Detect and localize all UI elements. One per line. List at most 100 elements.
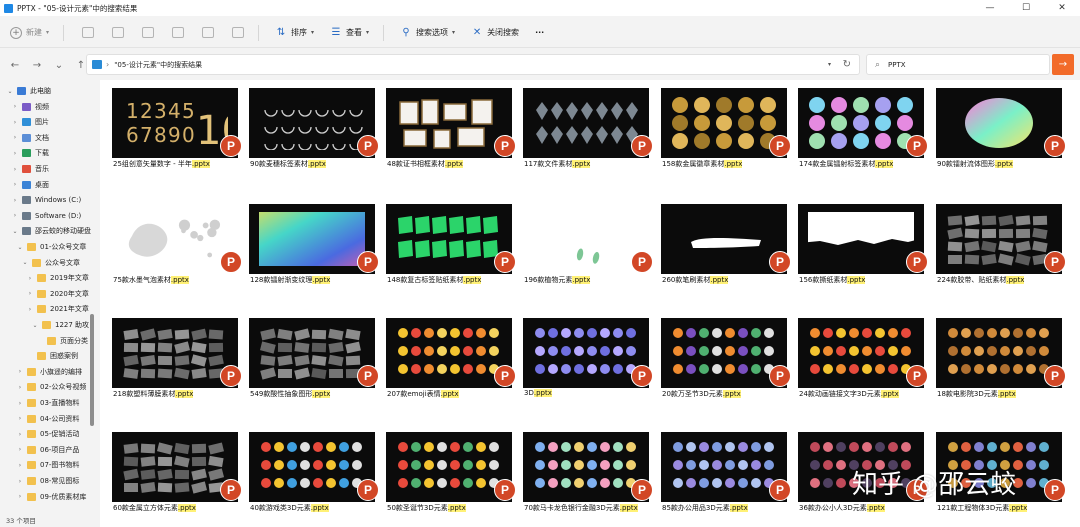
file-item[interactable]: P 549款酸性抽象图形.pptx	[249, 310, 379, 400]
sort-button[interactable]: ⇅ 排序 ▾	[275, 27, 314, 39]
file-item[interactable]: P 128款镭射渐变纹理.pptx	[249, 196, 379, 286]
close-button[interactable]: ✕	[1044, 0, 1080, 16]
chevron-right-icon[interactable]: ›	[11, 197, 19, 204]
chevron-right-icon[interactable]: ›	[16, 384, 24, 391]
file-item[interactable]: P 218款塑料薄膜素材.pptx	[112, 310, 242, 400]
new-button[interactable]: + 新建 ▾	[10, 26, 49, 39]
sidebar-item[interactable]: › 05-促销活动	[16, 427, 79, 441]
sidebar-item[interactable]: › 2021年文章	[26, 302, 89, 316]
search-box[interactable]: ⌕	[866, 54, 1050, 75]
sidebar-item[interactable]: › Windows (C:)	[11, 193, 81, 207]
chevron-right-icon[interactable]: ›	[16, 368, 24, 375]
file-item[interactable]: P 3D.pptx	[523, 310, 653, 400]
sidebar-item[interactable]: ⌄ 此电脑	[6, 84, 51, 98]
chevron-right-icon[interactable]: ›	[16, 478, 24, 485]
sidebar-item[interactable]: › 小旗遥的编排	[16, 365, 82, 379]
breadcrumb[interactable]: "05-设计元素"中的搜索结果	[114, 60, 202, 70]
sidebar-item[interactable]: › 02-公众号视频	[16, 380, 86, 394]
file-item[interactable]: P 75款水墨气泡素材.pptx	[112, 196, 242, 286]
search-go-button[interactable]: →	[1052, 54, 1074, 75]
sidebar-item[interactable]: › 下载	[11, 146, 49, 160]
file-item[interactable]: P 148款复古标签贴纸素材.pptx	[386, 196, 516, 286]
chevron-right-icon[interactable]: ›	[16, 493, 24, 500]
chevron-right-icon[interactable]: ›	[16, 446, 24, 453]
search-input[interactable]	[888, 60, 1029, 69]
chevron-down-icon[interactable]: ⌄	[6, 88, 14, 95]
close-search-button[interactable]: ✕ 关闭搜索	[471, 27, 519, 39]
chevron-down-icon[interactable]: ⌄	[21, 259, 29, 266]
minimize-button[interactable]: —	[972, 0, 1008, 16]
file-item[interactable]: P 224款胶带、贴纸素材.pptx	[936, 196, 1066, 286]
chevron-right-icon[interactable]: ›	[11, 166, 19, 173]
chevron-right-icon[interactable]: ›	[11, 212, 19, 219]
sidebar-item[interactable]: › 08-常见图标	[16, 474, 79, 488]
file-item[interactable]: P 85款办公用品3D元素.pptx	[661, 424, 791, 514]
sidebar-item[interactable]: 困惑案例	[26, 349, 78, 363]
file-item[interactable]: P 174款金属镭射标签素材.pptx	[798, 80, 928, 170]
file-item[interactable]: P 196款植物元素.pptx	[523, 196, 653, 286]
sidebar-item[interactable]: › 2019年文章	[26, 271, 89, 285]
file-item[interactable]: P 24款动画链接文字3D元素.pptx	[798, 310, 928, 400]
chevron-right-icon[interactable]: ›	[11, 134, 19, 141]
sidebar-item[interactable]: › Software (D:)	[11, 209, 81, 223]
share-icon[interactable]	[202, 27, 215, 38]
file-item[interactable]: P 90款镭射流体图形.pptx	[936, 80, 1066, 170]
cut-icon[interactable]	[82, 27, 95, 38]
chevron-right-icon[interactable]: ›	[26, 290, 34, 297]
chevron-right-icon[interactable]: ›	[11, 150, 19, 157]
chevron-right-icon[interactable]: ›	[26, 275, 34, 282]
sidebar-item[interactable]: › 06-项目产品	[16, 443, 79, 457]
file-item[interactable]: P 260款笔刷素材.pptx	[661, 196, 791, 286]
sidebar-item[interactable]: › 09-优质素材库	[16, 490, 86, 504]
forward-button[interactable]: →	[30, 58, 44, 72]
chevron-right-icon[interactable]: ›	[16, 431, 24, 438]
paste-icon[interactable]	[142, 27, 155, 38]
file-item[interactable]: P 117款文件素材.pptx	[523, 80, 653, 170]
sidebar-item[interactable]: ⌄ 01-公众号文章	[16, 240, 86, 254]
sidebar-item[interactable]: 页面分类	[36, 334, 88, 348]
sidebar-item[interactable]: › 文档	[11, 131, 49, 145]
chevron-down-icon[interactable]: ⌄	[11, 228, 19, 235]
chevron-right-icon[interactable]: ›	[16, 415, 24, 422]
address-bar[interactable]: › "05-设计元素"中的搜索结果 ▾ ↻	[86, 54, 860, 75]
file-item[interactable]: P 158款金属徽章素材.pptx	[661, 80, 791, 170]
sidebar-item[interactable]: › 04-公司资料	[16, 412, 79, 426]
sidebar-item[interactable]: › 图片	[11, 115, 49, 129]
file-item[interactable]: P 20款万圣节3D元素.pptx	[661, 310, 791, 400]
chevron-right-icon[interactable]: ›	[11, 103, 19, 110]
sidebar-item[interactable]: › 桌面	[11, 178, 49, 192]
file-item[interactable]: P 60款金属立方体元素.pptx	[112, 424, 242, 514]
file-item[interactable]: P 50款圣诞节3D元素.pptx	[386, 424, 516, 514]
chevron-down-icon[interactable]: ▾	[828, 61, 831, 68]
sidebar-item[interactable]: ⌄ 1227 助攻	[31, 318, 89, 332]
rename-icon[interactable]	[172, 27, 185, 38]
chevron-right-icon[interactable]: ›	[16, 400, 24, 407]
chevron-down-icon[interactable]: ⌄	[16, 244, 24, 251]
chevron-right-icon[interactable]: ›	[11, 119, 19, 126]
chevron-down-icon[interactable]: ⌄	[31, 322, 39, 329]
file-item[interactable]: 123456789010P25组创意矢量数字 - 半年.pptx	[112, 80, 242, 170]
sidebar-scrollbar[interactable]	[90, 314, 94, 426]
copy-icon[interactable]	[112, 27, 125, 38]
sidebar-item[interactable]: › 03-直播物料	[16, 396, 79, 410]
file-item[interactable]: P 18款电影院3D元素.pptx	[936, 310, 1066, 400]
chevron-right-icon[interactable]: ›	[26, 306, 34, 313]
chevron-right-icon[interactable]: ›	[16, 462, 24, 469]
file-item[interactable]: P 40款游戏类3D元素.pptx	[249, 424, 379, 514]
file-item[interactable]: P 90款麦穗标签素材.pptx	[249, 80, 379, 170]
sidebar-item[interactable]: › 2020年文章	[26, 287, 89, 301]
sidebar-item[interactable]: ⌄ 公众号文章	[21, 256, 80, 270]
file-item[interactable]: P 207款emoji表情.pptx	[386, 310, 516, 400]
view-button[interactable]: ☰ 查看 ▾	[330, 27, 370, 39]
file-item[interactable]: P 48款证书相框素材.pptx	[386, 80, 516, 170]
sidebar-item[interactable]: › 视频	[11, 100, 49, 114]
file-item[interactable]: P 70款马卡龙色银行金融3D元素.pptx	[523, 424, 653, 514]
search-options-button[interactable]: ⚲ 搜索选项 ▾	[400, 27, 455, 39]
file-item[interactable]: P 156款撕纸素材.pptx	[798, 196, 928, 286]
recent-locations-button[interactable]: ⌄	[52, 58, 66, 72]
chevron-right-icon[interactable]: ›	[11, 181, 19, 188]
delete-icon[interactable]	[232, 27, 245, 38]
sidebar-item[interactable]: › 音乐	[11, 162, 49, 176]
refresh-icon[interactable]: ↻	[843, 59, 851, 70]
more-button[interactable]: ···	[535, 28, 544, 37]
